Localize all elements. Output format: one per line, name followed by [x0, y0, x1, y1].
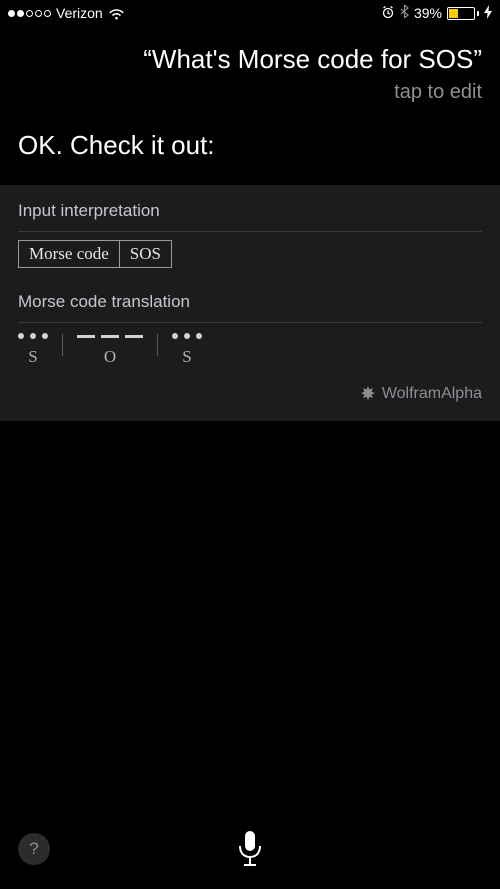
- charging-icon: [484, 5, 492, 22]
- morse-char: S: [182, 347, 191, 367]
- status-bar: Verizon 39%: [0, 0, 500, 26]
- divider: [18, 231, 482, 232]
- help-button[interactable]: ?: [18, 833, 50, 865]
- battery-icon: [447, 7, 479, 20]
- morse-char: S: [28, 347, 37, 367]
- attribution-text: WolframAlpha: [382, 385, 482, 403]
- help-icon: ?: [29, 839, 38, 859]
- alarm-icon: [381, 5, 395, 22]
- morse-translation-row: S O S: [18, 331, 482, 367]
- carrier-label: Verizon: [56, 5, 103, 21]
- wolfram-icon: [359, 385, 377, 403]
- input-interpretation-box: Morse code SOS: [18, 240, 172, 268]
- response-heading: OK. Check it out:: [0, 116, 500, 185]
- bottom-bar: ?: [0, 809, 500, 889]
- attribution: WolframAlpha: [18, 385, 482, 403]
- morse-char: O: [104, 347, 116, 367]
- status-right: 39%: [381, 4, 492, 22]
- signal-strength-icon: [8, 10, 51, 17]
- microphone-button[interactable]: [237, 829, 263, 869]
- input-section-label: Input interpretation: [18, 201, 482, 221]
- input-cell: SOS: [120, 241, 171, 267]
- battery-percent: 39%: [414, 5, 442, 21]
- morse-letter-s: S: [18, 331, 48, 367]
- separator: [62, 334, 63, 356]
- tap-to-edit-label: tap to edit: [18, 81, 482, 104]
- microphone-icon: [237, 829, 263, 869]
- translation-section-label: Morse code translation: [18, 292, 482, 312]
- wifi-icon: [108, 5, 125, 21]
- input-cell: Morse code: [19, 241, 120, 267]
- divider: [18, 322, 482, 323]
- query-area[interactable]: “What's Morse code for SOS” tap to edit: [0, 26, 500, 116]
- morse-letter-s: S: [172, 331, 202, 367]
- separator: [157, 334, 158, 356]
- result-card: Input interpretation Morse code SOS Mors…: [0, 185, 500, 421]
- query-text: “What's Morse code for SOS”: [18, 44, 482, 75]
- bluetooth-icon: [400, 4, 409, 22]
- status-left: Verizon: [8, 5, 125, 21]
- morse-letter-o: O: [77, 331, 143, 367]
